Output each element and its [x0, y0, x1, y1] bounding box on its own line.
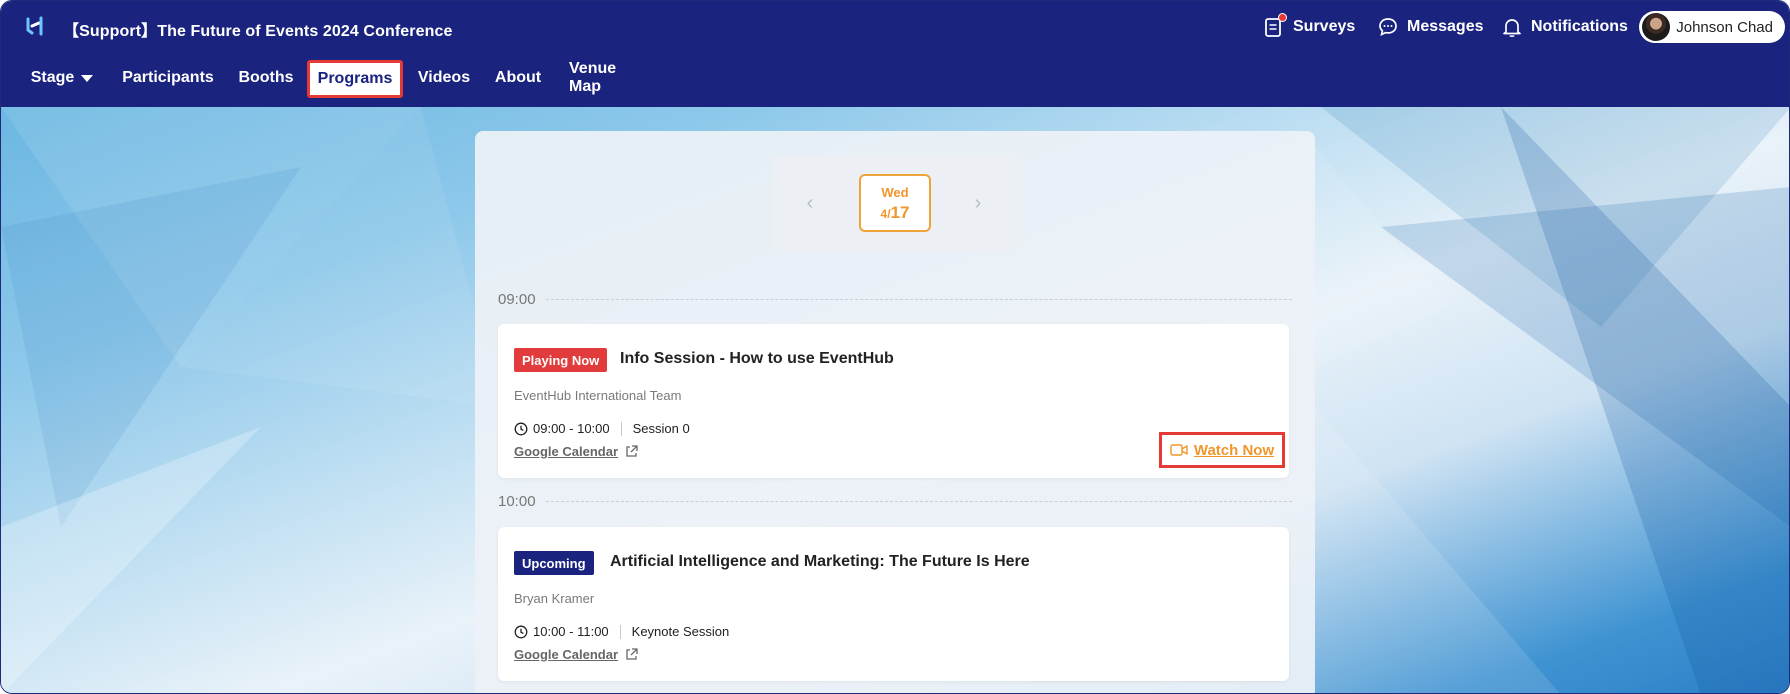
nav-videos-label: Videos [417, 69, 471, 86]
user-name: Johnson Chad [1676, 18, 1773, 36]
google-calendar-label: Google Calendar [514, 647, 619, 662]
session-room: Keynote Session [631, 624, 730, 639]
program-panel: ‹ Wed 4/17 › 09:00 Playing Now Info Sess… [475, 131, 1315, 693]
app-window: 【Support】The Future of Events 2024 Confe… [0, 0, 1790, 694]
session-time-range: 09:00 - 10:00 [533, 421, 610, 436]
watch-now-label: Watch Now [1193, 441, 1275, 459]
session-speaker: EventHub International Team [514, 388, 682, 403]
chat-bubble-icon [1379, 18, 1397, 37]
nav-stage-label: Stage [30, 69, 75, 86]
user-menu[interactable]: Johnson Chad [1639, 11, 1785, 43]
time-label: 10:00 [498, 492, 536, 510]
date-weekday: Wed [881, 185, 909, 200]
google-calendar-link[interactable]: Google Calendar [514, 444, 639, 459]
session-time-range: 10:00 - 11:00 [533, 624, 609, 639]
external-link-icon [626, 648, 638, 660]
surveys-button[interactable]: Surveys [1263, 13, 1356, 39]
video-camera-icon [1170, 444, 1188, 456]
session-meta: 09:00 - 10:00 Session 0 [514, 421, 690, 436]
clock-icon [514, 625, 528, 638]
survey-notification-dot [1278, 13, 1287, 22]
eventhub-logo-icon[interactable] [25, 15, 47, 37]
clock-icon [514, 422, 528, 435]
nav-venue-map[interactable]: Venue Map [569, 60, 649, 95]
nav-programs[interactable]: Programs [307, 60, 403, 98]
nav-venue-map-label: Venue Map [569, 60, 617, 95]
date-month-day: 4/17 [861, 203, 929, 223]
nav-stage[interactable]: Stage [30, 61, 94, 95]
time-divider: 09:00 [498, 289, 1292, 309]
separator [620, 421, 622, 436]
dashed-divider [545, 500, 1292, 502]
session-speaker: Bryan Kramer [514, 591, 595, 606]
bell-icon [1503, 19, 1521, 38]
separator [619, 624, 621, 639]
main-nav: Stage Participants Booths Programs Video… [1, 59, 1789, 99]
chevron-left-icon[interactable]: ‹ [802, 193, 818, 213]
surveys-label: Surveys [1293, 18, 1356, 35]
date-selected[interactable]: Wed 4/17 [859, 174, 931, 232]
nav-participants-label: Participants [122, 69, 214, 86]
date-navigator: ‹ Wed 4/17 › [772, 155, 1022, 251]
caret-down-icon [81, 74, 94, 82]
session-room: Session 0 [632, 421, 690, 436]
header: 【Support】The Future of Events 2024 Confe… [1, 1, 1789, 107]
time-divider: 10:00 [498, 491, 1292, 511]
date-day: 17 [890, 203, 910, 222]
session-card[interactable]: Playing Now Info Session - How to use Ev… [498, 324, 1289, 478]
google-calendar-link[interactable]: Google Calendar [514, 647, 639, 662]
date-month: 4/ [880, 207, 891, 221]
app-title: 【Support】The Future of Events 2024 Confe… [63, 23, 453, 40]
chevron-right-icon[interactable]: › [970, 193, 986, 213]
status-badge: Upcoming [514, 551, 594, 575]
status-badge: Playing Now [514, 348, 608, 372]
session-title[interactable]: Artificial Intelligence and Marketing: T… [610, 553, 1030, 571]
google-calendar-label: Google Calendar [514, 444, 619, 459]
nav-about[interactable]: About [495, 61, 541, 95]
notifications-label: Notifications [1531, 18, 1628, 35]
nav-participants[interactable]: Participants [122, 61, 214, 95]
external-link-icon [626, 445, 638, 457]
nav-about-label: About [494, 69, 542, 86]
session-title[interactable]: Info Session - How to use EventHub [620, 350, 894, 368]
nav-programs-label: Programs [317, 70, 393, 87]
time-label: 09:00 [498, 290, 536, 308]
nav-videos[interactable]: Videos [417, 61, 471, 95]
top-bar: 【Support】The Future of Events 2024 Confe… [1, 1, 1789, 51]
nav-booths[interactable]: Booths [238, 61, 294, 95]
survey-icon [1263, 13, 1287, 38]
messages-label: Messages [1407, 18, 1484, 35]
dashed-divider [545, 298, 1292, 300]
session-meta: 10:00 - 11:00 Keynote Session [514, 624, 729, 639]
nav-booths-label: Booths [238, 69, 294, 86]
watch-now-button[interactable]: Watch Now [1159, 432, 1285, 468]
notifications-button[interactable]: Notifications [1501, 15, 1628, 39]
session-card[interactable]: Upcoming Artificial Intelligence and Mar… [498, 527, 1289, 681]
avatar [1642, 13, 1671, 41]
messages-button[interactable]: Messages [1377, 15, 1484, 39]
